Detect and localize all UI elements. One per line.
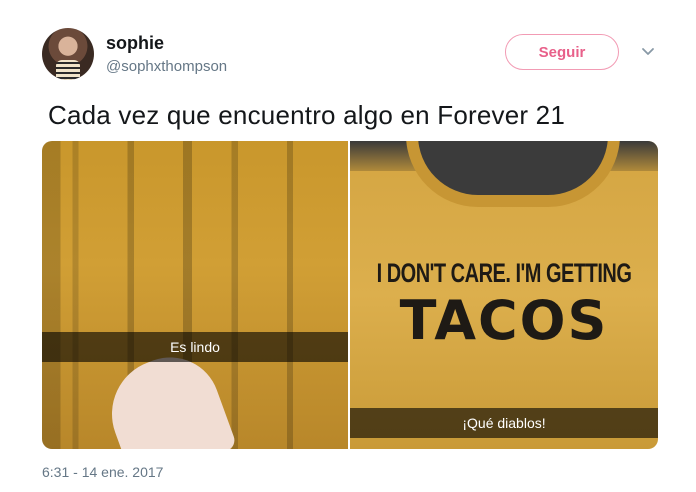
shirt-print-line-1: I DON'T CARE. I'M GETTING [376, 258, 632, 289]
shirt-print-line-2: TACOS [399, 289, 609, 352]
tweet-timestamp[interactable]: 6:31 - 14 ene. 2017 [42, 464, 163, 480]
chevron-down-icon[interactable] [640, 44, 656, 60]
tweet-text: Cada vez que encuentro algo en Forever 2… [48, 100, 565, 130]
shirt-collar [406, 141, 620, 207]
follow-button[interactable]: Seguir [505, 34, 619, 70]
avatar[interactable] [42, 28, 94, 80]
tweet-photo-1[interactable]: Es lindo [42, 141, 348, 449]
tweet-photo-2[interactable]: I DON'T CARE. I'M GETTING TACOS ¡Qué dia… [350, 141, 658, 449]
photo-caption: ¡Qué diablos! [350, 408, 658, 438]
user-handle[interactable]: @sophxthompson [106, 58, 227, 75]
display-name[interactable]: sophie [106, 33, 164, 54]
avatar-shirt [56, 60, 80, 80]
photo-caption: Es lindo [42, 332, 348, 362]
